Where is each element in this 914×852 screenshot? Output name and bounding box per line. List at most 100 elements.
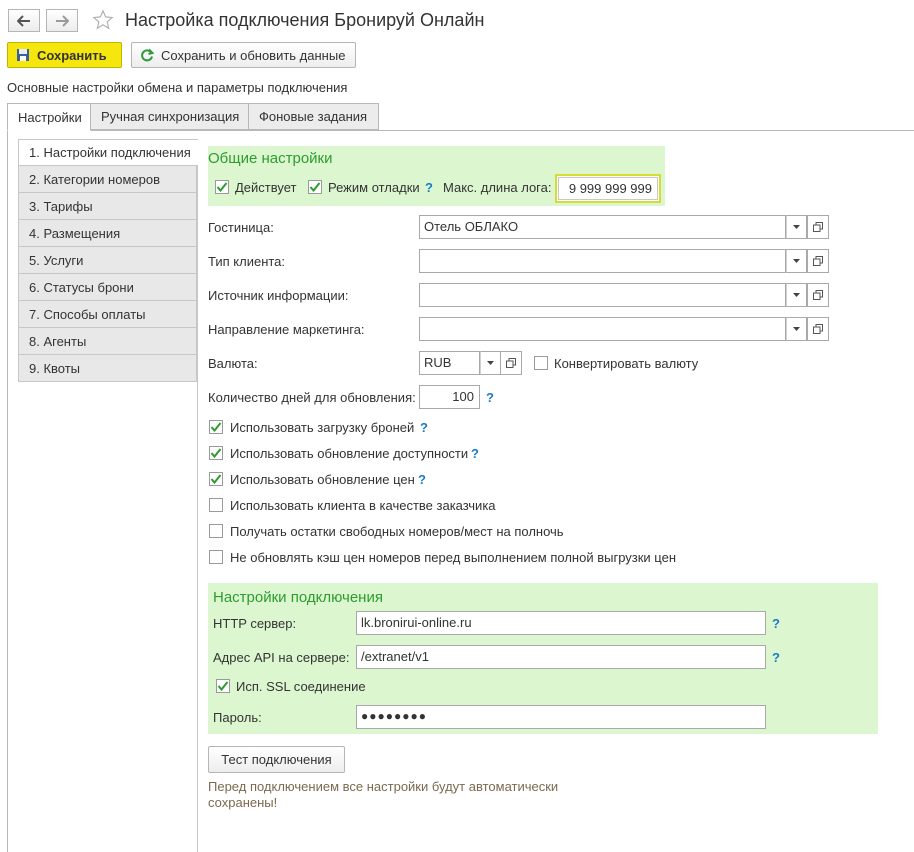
sidebar-item-label: 5. Услуги	[29, 252, 84, 268]
ssl-label: Исп. SSL соединение	[236, 679, 366, 694]
check-icon	[216, 182, 228, 193]
use-availability-update-help-icon[interactable]: ?	[471, 446, 479, 461]
client-type-dropdown-button[interactable]	[786, 249, 807, 273]
skip-price-cache-checkbox[interactable]	[209, 550, 223, 564]
midnight-remains-checkbox[interactable]	[209, 524, 223, 538]
sidebar-item-connection[interactable]: 1. Настройки подключения	[18, 139, 198, 166]
chevron-down-icon	[793, 327, 800, 331]
tab-background-jobs[interactable]: Фоновые задания	[248, 103, 379, 130]
check-icon	[217, 681, 229, 692]
use-availability-update-label: Использовать обновление доступности	[230, 446, 469, 461]
client-type-open-button[interactable]	[807, 249, 829, 273]
save-and-refresh-label: Сохранить и обновить данные	[161, 47, 346, 63]
use-price-update-label: Использовать обновление цен	[230, 472, 415, 487]
open-form-icon	[813, 222, 823, 232]
sidebar-item-tariffs[interactable]: 3. Тарифы	[18, 193, 197, 220]
http-server-help-icon[interactable]: ?	[772, 616, 780, 631]
max-log-input[interactable]: 9 999 999 999	[558, 177, 658, 200]
back-button[interactable]	[8, 9, 40, 32]
http-server-input[interactable]: lk.bronirui-online.ru	[356, 611, 766, 635]
chevron-down-icon	[793, 259, 800, 263]
client-as-customer-checkbox[interactable]	[209, 498, 223, 512]
sidebar-item-booking-statuses[interactable]: 6. Статусы брони	[18, 274, 197, 301]
sidebar-item-label: 9. Квоты	[29, 360, 81, 376]
update-days-label: Количество дней для обновления:	[208, 390, 416, 405]
update-days-help-icon[interactable]: ?	[486, 390, 494, 405]
api-address-help-icon[interactable]: ?	[772, 650, 780, 665]
arrow-left-icon	[17, 14, 31, 27]
http-server-label: HTTP сервер:	[213, 616, 297, 631]
client-as-customer-label: Использовать клиента в качестве заказчик…	[230, 498, 496, 513]
use-bookings-load-help-icon[interactable]: ?	[420, 420, 428, 435]
hotel-dropdown-button[interactable]	[786, 215, 807, 239]
midnight-remains-label: Получать остатки свободных номеров/мест …	[230, 524, 564, 539]
debug-help-icon[interactable]: ?	[425, 180, 433, 195]
info-source-field[interactable]	[419, 283, 786, 307]
tab-settings[interactable]: Настройки	[7, 103, 91, 131]
refresh-icon	[140, 48, 154, 62]
api-address-input[interactable]: /extranet/v1	[356, 645, 766, 669]
sidebar-item-label: 7. Способы оплаты	[29, 306, 146, 322]
password-input[interactable]: ●●●●●●●●	[356, 705, 766, 729]
info-source-dropdown-button[interactable]	[786, 283, 807, 307]
general-settings-title: Общие настройки	[208, 150, 333, 167]
open-form-icon	[506, 358, 516, 368]
tab-label: Ручная синхронизация	[101, 109, 240, 124]
use-bookings-load-checkbox[interactable]	[209, 420, 223, 434]
tab-label: Фоновые задания	[259, 109, 368, 124]
marketing-label: Направление маркетинга:	[208, 322, 365, 337]
active-checkbox[interactable]	[215, 180, 229, 194]
connection-settings-title: Настройки подключения	[213, 589, 383, 606]
currency-open-button[interactable]	[500, 351, 522, 375]
use-price-update-checkbox[interactable]	[209, 472, 223, 486]
arrow-right-icon	[55, 14, 69, 27]
form-subtitle: Основные настройки обмена и параметры по…	[7, 80, 348, 95]
client-type-field[interactable]	[419, 249, 786, 273]
save-and-refresh-button[interactable]: Сохранить и обновить данные	[131, 42, 356, 68]
tab-panel-border	[7, 130, 8, 852]
chevron-down-icon	[793, 225, 800, 229]
hotel-open-button[interactable]	[807, 215, 829, 239]
sidebar-item-room-categories[interactable]: 2. Категории номеров	[18, 166, 197, 193]
hotel-field[interactable]: Отель ОБЛАКО	[419, 215, 786, 239]
sidebar-item-label: 8. Агенты	[29, 333, 87, 349]
active-label: Действует	[235, 180, 297, 195]
marketing-dropdown-button[interactable]	[786, 317, 807, 341]
sidebar-item-services[interactable]: 5. Услуги	[18, 247, 197, 274]
sidebar-item-label: 6. Статусы брони	[29, 279, 134, 295]
tab-manual-sync[interactable]: Ручная синхронизация	[90, 103, 249, 130]
currency-dropdown-button[interactable]	[480, 351, 501, 375]
currency-field[interactable]: RUB	[419, 351, 480, 375]
open-form-icon	[813, 290, 823, 300]
sidebar-item-payment-methods[interactable]: 7. Способы оплаты	[18, 301, 197, 328]
info-source-open-button[interactable]	[807, 283, 829, 307]
page-title: Настройка подключения Бронируй Онлайн	[125, 10, 485, 30]
tab-label: Настройки	[18, 109, 82, 125]
currency-label: Валюта:	[208, 356, 258, 371]
sidebar-item-accommodations[interactable]: 4. Размещения	[18, 220, 197, 247]
ssl-checkbox[interactable]	[216, 679, 230, 693]
save-button[interactable]: Сохранить	[7, 42, 122, 68]
debug-mode-label: Режим отладки	[328, 180, 420, 195]
save-button-label: Сохранить	[37, 47, 107, 63]
sidebar-item-quotas[interactable]: 9. Квоты	[18, 355, 197, 382]
sidebar-item-agents[interactable]: 8. Агенты	[18, 328, 197, 355]
chevron-down-icon	[487, 361, 494, 365]
info-source-label: Источник информации:	[208, 288, 349, 303]
use-availability-update-checkbox[interactable]	[209, 446, 223, 460]
star-icon[interactable]	[92, 9, 114, 34]
sidebar-divider	[197, 165, 198, 852]
chevron-down-icon	[793, 293, 800, 297]
debug-mode-checkbox[interactable]	[308, 180, 322, 194]
use-bookings-load-label: Использовать загрузку броней	[230, 420, 415, 435]
marketing-field[interactable]	[419, 317, 786, 341]
use-price-update-help-icon[interactable]: ?	[418, 472, 426, 487]
update-days-input[interactable]: 100	[419, 385, 480, 409]
save-warning-note: Перед подключением все настройки будут а…	[208, 779, 559, 810]
test-connection-button[interactable]: Тест подключения	[208, 746, 345, 773]
test-connection-label: Тест подключения	[221, 752, 332, 767]
marketing-open-button[interactable]	[807, 317, 829, 341]
forward-button[interactable]	[46, 9, 78, 32]
convert-currency-checkbox[interactable]	[534, 356, 548, 370]
api-address-label: Адрес API на сервере:	[213, 650, 350, 665]
